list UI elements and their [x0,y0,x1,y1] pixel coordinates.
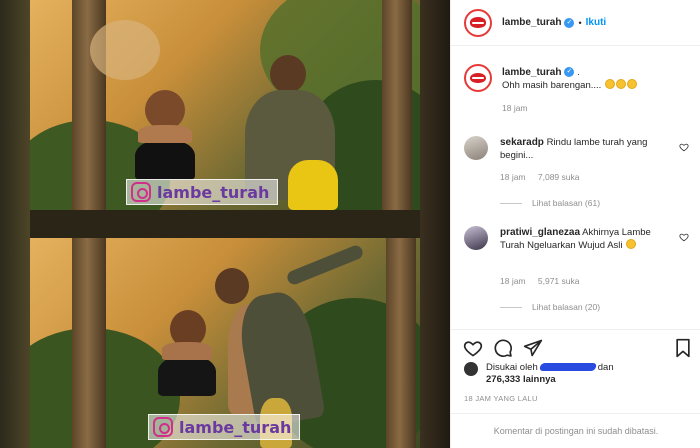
comments-restricted-notice: Komentar di postingan ini sudah dibatasi… [451,413,700,448]
instagram-logo-icon [131,182,151,202]
heart-icon[interactable] [679,142,689,152]
heart-icon[interactable] [463,338,483,358]
comment-avatar[interactable] [464,226,488,250]
thinking-emoji-icon [626,79,637,89]
post-side-panel: lambe_turah ✓ • Ikuti lambe_turah ✓ . Ohh… [450,0,700,448]
bookmark-icon[interactable] [673,338,693,358]
post-photo[interactable]: lambe_turah lambe_turah [0,0,450,448]
photo-left-border [0,0,30,448]
thinking-emoji-icon [604,79,615,89]
redaction-scribble [538,363,597,371]
photo-divider [30,210,420,238]
profile-avatar[interactable] [464,8,492,37]
comment-icon[interactable] [493,338,513,358]
caption-text: Ohh masih barengan.... [502,80,602,91]
likes-and: dan [597,362,614,373]
caption-username[interactable]: lambe_turah [502,67,561,78]
likes-prefix: Disukai oleh [486,362,538,373]
lips-icon [469,72,487,84]
share-icon[interactable] [523,338,543,358]
comment-avatar[interactable] [464,136,488,160]
comment-meta: 18 jam 5,971 suka [500,276,589,286]
verified-badge-icon: ✓ [564,67,575,78]
header-username[interactable]: lambe_turah [502,17,561,28]
likes-count[interactable]: 276,333 lainnya [486,374,556,385]
caption-suffix: . [577,67,580,78]
photo-frame-bottom: lambe_turah [30,238,420,448]
comment-username[interactable]: sekaradp [500,137,544,148]
liker-avatar[interactable] [464,362,478,376]
watermark-top: lambe_turah [126,179,279,205]
comment-likes[interactable]: 7,089 suka [538,172,580,182]
separator-dot: • [578,17,582,28]
instagram-logo-icon [153,417,173,437]
post-timestamp[interactable]: 18 JAM YANG LALU [464,394,538,403]
photo-right-border [420,0,450,448]
laughing-emoji-icon [626,239,637,249]
comment-time[interactable]: 18 jam [500,172,526,182]
watermark-bottom: lambe_turah [148,414,301,440]
photo-frame-top: lambe_turah [30,0,420,210]
verified-badge-icon: ✓ [564,17,575,28]
likes-summary: Disukai oleh dan 276,333 lainnya [464,360,694,390]
comment-likes[interactable]: 5,971 suka [538,276,580,286]
view-replies-label[interactable]: Lihat balasan (20) [532,302,600,312]
lips-icon [469,17,487,28]
follow-button[interactable]: Ikuti [586,17,607,28]
caption-avatar[interactable] [464,64,492,92]
comment-username[interactable]: pratiwi_glanezaa [500,227,580,238]
comments-section[interactable]: lambe_turah ✓ . Ohh masih barengan.... 18… [451,46,700,329]
action-bar [451,329,700,361]
caption-time[interactable]: 18 jam [502,102,687,115]
comment-meta: 18 jam 7,089 suka [500,172,589,182]
watermark-text: lambe_turah [157,182,270,202]
comment-time[interactable]: 18 jam [500,276,526,286]
thinking-emoji-icon [615,79,626,89]
replies-line [500,306,522,308]
view-replies-label[interactable]: Lihat balasan (61) [532,198,600,208]
replies-line [500,202,522,204]
post-header: lambe_turah ✓ • Ikuti [451,0,700,46]
view-replies-button[interactable]: Lihat balasan (20) [500,302,600,312]
watermark-text: lambe_turah [179,417,292,437]
view-replies-button[interactable]: Lihat balasan (61) [500,198,600,208]
heart-icon[interactable] [679,232,689,242]
